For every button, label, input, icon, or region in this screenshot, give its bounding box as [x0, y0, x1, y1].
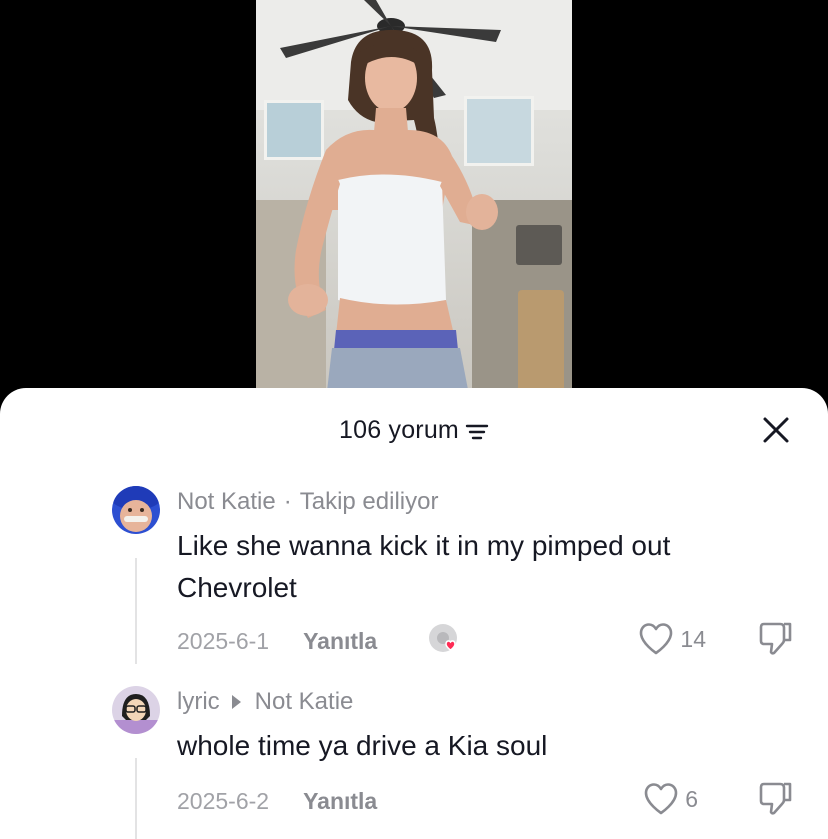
avatar-image-not-katie: [112, 486, 160, 534]
avatar[interactable]: [112, 686, 160, 734]
comment-count-title: 106 yorum: [0, 416, 828, 445]
creator-liked-icon: [429, 624, 457, 652]
reply-button[interactable]: Yanıtla: [303, 628, 377, 655]
reply-button[interactable]: Yanıtla: [303, 788, 377, 815]
sort-filter-icon[interactable]: [465, 422, 489, 442]
reply-to-username[interactable]: Not Katie: [255, 688, 354, 716]
comment-username[interactable]: lyric: [177, 688, 220, 716]
sheet-header: 106 yorum: [0, 410, 828, 450]
comment-footer: 2025-6-2 Yanıtla: [177, 788, 377, 815]
thread-line: [135, 758, 137, 839]
like-button[interactable]: 6: [643, 782, 698, 816]
comment-text: Like she wanna kick it in my pimped out …: [177, 530, 671, 603]
dislike-icon[interactable]: [758, 780, 794, 816]
video-player[interactable]: [256, 0, 572, 400]
avatar-image-lyric: [112, 686, 160, 734]
reply-arrow-icon: [231, 695, 241, 709]
comment-text: whole time ya drive a Kia soul: [177, 730, 548, 761]
following-status: Takip ediliyor: [299, 488, 439, 515]
comment-meta: lyric Not Katie: [177, 688, 353, 716]
dancing-person-image: [288, 29, 498, 400]
dislike-icon[interactable]: [758, 620, 794, 656]
comment-item: lyric Not Katie whole time ya drive a Ki…: [0, 684, 828, 839]
like-button[interactable]: 14: [638, 622, 706, 656]
comment-item: Not Katie · Takip ediliyor Like she wann…: [0, 484, 828, 664]
heart-outline-icon: [644, 783, 678, 815]
close-icon[interactable]: [760, 414, 792, 446]
comment-count-label: 106 yorum: [339, 416, 459, 444]
like-count: 6: [685, 785, 698, 812]
comment-footer: 2025-6-1 Yanıtla: [177, 628, 377, 655]
comment-date: 2025-6-2: [177, 788, 270, 814]
thread-line: [135, 558, 137, 664]
comment-username[interactable]: Not Katie: [177, 488, 276, 516]
meta-separator: ·: [283, 488, 292, 515]
avatar[interactable]: [112, 486, 160, 534]
comments-sheet: 106 yorum Not Katie · Takip ediliyor Lik…: [0, 388, 828, 839]
comment-meta: Not Katie · Takip ediliyor: [177, 488, 438, 516]
like-count: 14: [680, 625, 706, 652]
heart-outline-icon: [640, 623, 673, 655]
comment-date: 2025-6-1: [177, 628, 270, 654]
